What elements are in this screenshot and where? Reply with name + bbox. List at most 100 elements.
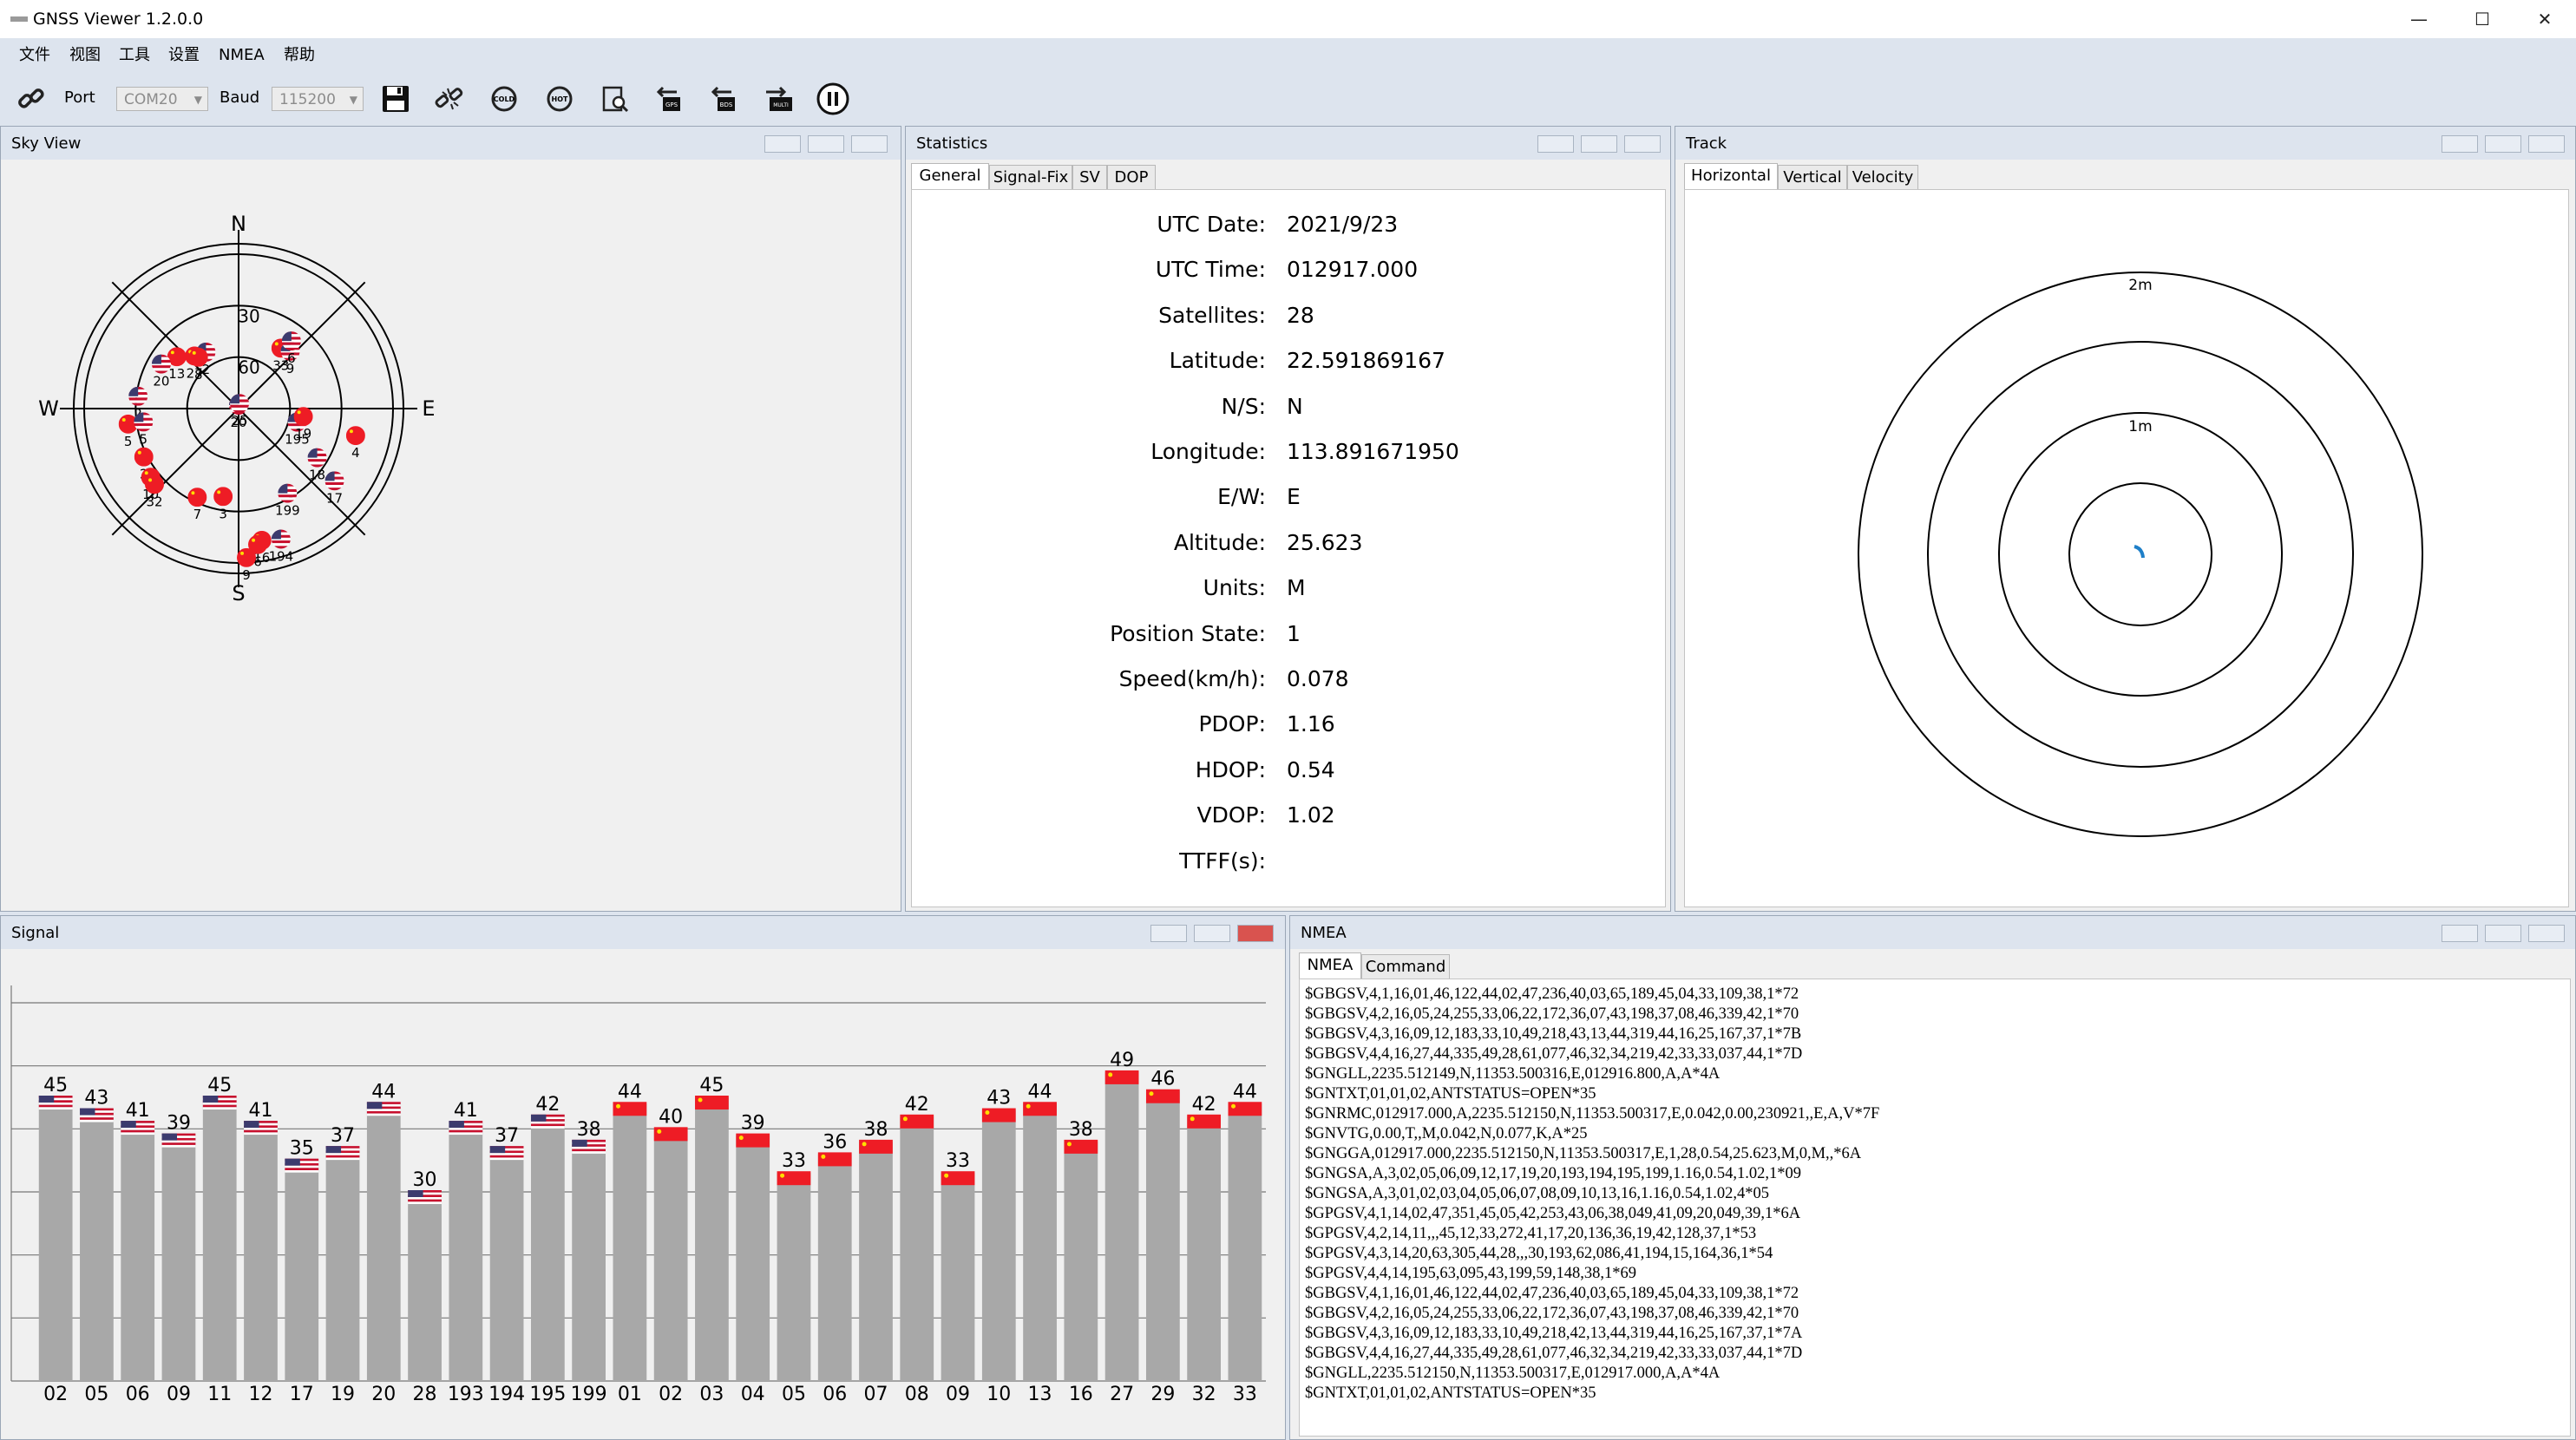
bds-download-icon[interactable]: BDS [709,83,740,115]
panel-minimize-button[interactable] [2442,135,2478,153]
signal-bar[interactable]: 45 02 [38,1075,73,1405]
bar-flag [325,1155,360,1158]
signal-bar[interactable]: 44 01 [613,1081,647,1405]
bar-flag [941,1171,975,1186]
nmea-log[interactable]: $GBGSV,4,1,16,01,46,122,44,02,47,236,40,… [1299,979,2571,1437]
panel-restore-button[interactable] [1581,135,1617,153]
signal-bar[interactable]: 38 07 [859,1119,893,1405]
signal-bar[interactable]: 45 03 [695,1075,729,1405]
close-button[interactable]: ✕ [2514,0,2576,38]
satellite-marker[interactable]: 3 [213,487,233,521]
maximize-button[interactable]: ☐ [2451,0,2514,38]
panel-close-button[interactable] [1624,135,1661,153]
firmware-update-icon[interactable]: MULTI [763,83,794,115]
minimize-button[interactable]: — [2388,0,2450,38]
signal-bar[interactable]: 43 10 [981,1088,1016,1405]
tab-vertical[interactable]: Vertical [1778,165,1847,189]
signal-bar[interactable]: 42 08 [900,1094,934,1405]
signal-bar[interactable]: 33 05 [777,1150,811,1405]
disconnect-icon[interactable] [434,83,465,115]
signal-value-label: 41 [248,1100,272,1122]
panel-restore-button[interactable] [808,135,844,153]
signal-bar[interactable]: 43 05 [80,1088,114,1405]
panel-close-button[interactable] [2528,135,2565,153]
east-label: E [422,396,435,421]
signal-bar[interactable]: 41 06 [121,1100,155,1405]
tab-dop[interactable]: DOP [1107,165,1156,189]
signal-bar[interactable]: 37 19 [325,1125,360,1405]
signal-bar[interactable]: 45 11 [202,1075,237,1405]
bar-flag [244,1132,278,1136]
connect-link-icon[interactable] [16,83,47,115]
hot-start-icon[interactable]: HOT [544,83,575,115]
menu-nmea[interactable]: NMEA [219,45,265,66]
panel-restore-button[interactable] [1194,925,1230,942]
signal-bar[interactable]: 37 194 [488,1125,525,1405]
signal-bar[interactable]: 33 09 [941,1150,975,1405]
panel-minimize-button[interactable] [764,135,801,153]
panel-close-button[interactable] [851,135,888,153]
signal-value-label: 49 [1110,1050,1134,1071]
west-label: W [38,396,59,421]
tab-nmea[interactable]: NMEA [1299,952,1361,979]
signal-bar[interactable]: 42 195 [529,1094,566,1405]
pause-icon[interactable] [816,82,850,116]
menu-tools[interactable]: 工具 [119,45,150,66]
signal-bar[interactable]: 40 02 [653,1106,688,1405]
save-icon[interactable] [380,83,411,115]
satellite-marker[interactable]: 199 [275,483,300,519]
bar-flag [202,1103,237,1105]
signal-bar[interactable]: 39 04 [736,1113,770,1405]
menu-help[interactable]: 帮助 [284,45,315,66]
tab-horizontal[interactable]: Horizontal [1684,163,1778,190]
tab-sv[interactable]: SV [1072,165,1107,189]
signal-prn-label: 06 [126,1384,150,1405]
sky-tick [354,281,366,293]
gps-download-icon[interactable]: GPS [654,83,685,115]
signal-bar[interactable]: 35 17 [285,1138,319,1405]
signal-bar[interactable]: 44 33 [1228,1081,1262,1405]
panel-close-button[interactable] [2528,925,2565,942]
bar-flag [80,1117,114,1120]
menu-file[interactable]: 文件 [19,45,50,66]
satellite-marker[interactable]: 4 [345,426,365,461]
menu-settings[interactable]: 设置 [168,45,200,66]
signal-bar[interactable]: 41 193 [448,1100,484,1405]
satellite-marker[interactable]: 5 [134,412,154,447]
signal-bar[interactable]: 46 29 [1145,1069,1180,1405]
signal-bar[interactable]: 30 28 [408,1169,442,1405]
panel-close-button[interactable] [1237,925,1274,942]
signal-bar[interactable]: 36 06 [817,1131,852,1405]
bar-flag-star [985,1110,990,1116]
signal-bar[interactable]: 41 12 [244,1100,278,1405]
stat-label: Longitude: [1150,439,1266,464]
panel-minimize-button[interactable] [2442,925,2478,942]
bar-flag-star [738,1136,744,1141]
document-search-icon[interactable] [600,83,631,115]
baud-select[interactable]: 115200 ▼ [272,87,364,111]
tab-general[interactable]: General [911,163,989,190]
signal-prn-label: 02 [659,1384,683,1405]
menu-view[interactable]: 视图 [69,45,101,66]
panel-minimize-button[interactable] [1150,925,1187,942]
signal-bar[interactable]: 38 16 [1064,1119,1098,1405]
panel-minimize-button[interactable] [1537,135,1574,153]
panel-restore-button[interactable] [2485,135,2521,153]
bar-flag [80,1115,114,1118]
signal-bar[interactable]: 49 27 [1104,1050,1139,1405]
signal-bar[interactable]: 38 199 [571,1119,607,1405]
signal-bar[interactable]: 44 13 [1023,1081,1057,1405]
satellite-marker[interactable]: 194 [269,529,294,564]
tab-velocity[interactable]: Velocity [1847,165,1918,189]
signal-prn-label: 194 [488,1384,525,1405]
tab-signal-fix[interactable]: Signal-Fix [989,165,1072,189]
signal-bar[interactable]: 44 20 [366,1081,401,1405]
port-select[interactable]: COM20 ▼ [116,87,208,111]
signal-value-label: 44 [371,1081,396,1103]
signal-bar[interactable]: 39 09 [161,1113,196,1405]
panel-restore-button[interactable] [2485,925,2521,942]
cold-start-icon[interactable]: COLD [488,83,520,115]
satellite-marker[interactable]: 17 [324,471,344,506]
tab-command[interactable]: Command [1361,954,1450,979]
signal-bar[interactable]: 42 32 [1187,1094,1222,1405]
